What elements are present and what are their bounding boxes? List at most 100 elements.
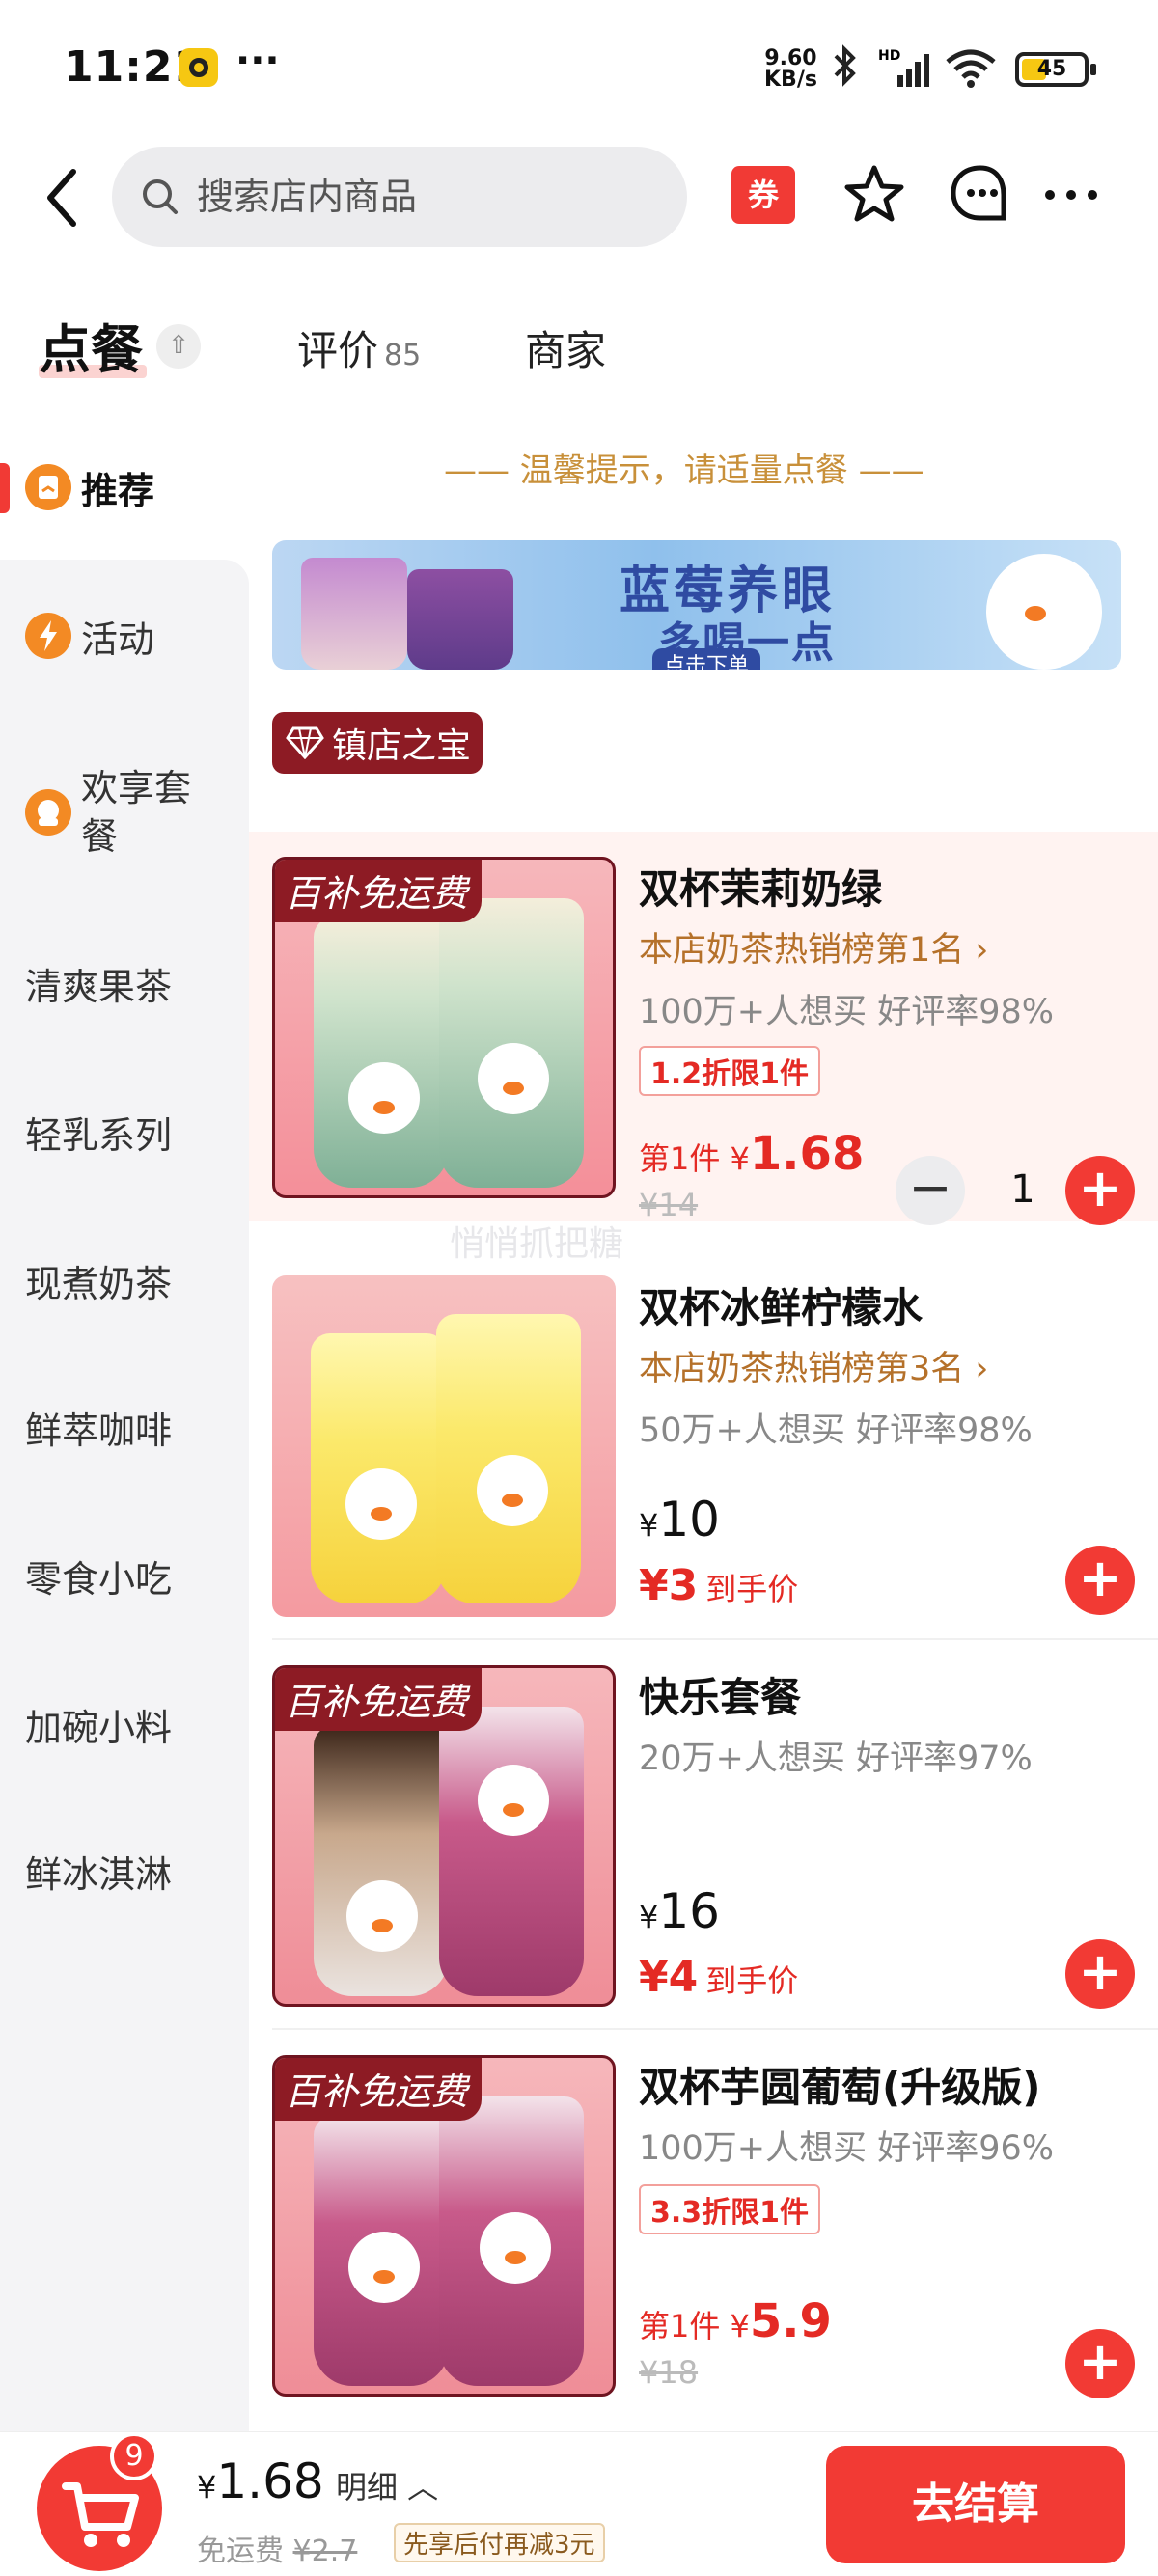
final-price: ¥4 到手价 (639, 1953, 798, 2002)
product-name: 双杯芋圆葡萄(升级版) (639, 2064, 1041, 2111)
free-shipping-badge: 百补免运费 (275, 860, 482, 922)
battery-icon: 45 (1015, 52, 1096, 87)
mascot-image (348, 1062, 420, 1134)
mascot-image (478, 1043, 549, 1114)
search-bar[interactable] (112, 147, 687, 247)
back-icon[interactable] (39, 164, 87, 232)
sidebar-item-light-milk[interactable]: 轻乳系列 (0, 1059, 249, 1204)
free-shipping-badge: 百补免运费 (275, 1668, 482, 1731)
product-image: 百补免运费 (272, 1665, 616, 2007)
activity-icon (25, 613, 71, 659)
first-item-prefix: 第1件 ¥ (639, 2308, 750, 2344)
section-badge: 镇店之宝 (272, 712, 482, 774)
svg-text:HD: HD (878, 48, 900, 64)
net-speed: 9.60 KB/s (764, 48, 817, 91)
coupon-icon[interactable]: 券 (731, 166, 795, 224)
first-item-price: 第1件 ¥5.9 (639, 2294, 832, 2348)
tab-order[interactable]: 点餐 (39, 307, 143, 383)
banner-cup-image (407, 569, 513, 670)
mascot-image (348, 2232, 420, 2303)
sidebar-item-label: 轻乳系列 (25, 1113, 173, 1157)
checkout-bar: 9 ¥1.68 明细 ︿ 免运费 ¥2.7 先享后付再减3元 去结算 (0, 2431, 1158, 2576)
mascot-image (477, 1455, 548, 1526)
total-price: ¥1.68 (197, 2453, 324, 2509)
promo-banner[interactable]: 蓝莓养眼 多喝一点 点击下单 (272, 540, 1121, 670)
add-button[interactable]: + (1065, 1156, 1135, 1225)
product-image (272, 1275, 616, 1617)
pay-later-tag: 先享后付再减3元 (394, 2523, 605, 2562)
sidebar-item-label: 零食小吃 (25, 1557, 173, 1601)
collapse-icon[interactable]: ⇧ (156, 324, 201, 369)
final-price: ¥3 到手价 (639, 1561, 798, 1610)
sidebar-item-combo[interactable]: 欢享套餐 (0, 735, 249, 890)
status-overflow-dots: ··· (235, 39, 280, 83)
discount-limit-tag: 3.3折限1件 (639, 2184, 821, 2234)
star-icon[interactable] (841, 162, 907, 228)
add-button[interactable]: + (1065, 1546, 1135, 1615)
more-icon[interactable] (1038, 162, 1104, 228)
price-symbol: ¥ (639, 1507, 659, 1544)
net-speed-unit: KB/s (764, 68, 817, 92)
product-stats: 100万+人想买 好评率96% (639, 2129, 1055, 2168)
decrease-button[interactable]: − (896, 1156, 965, 1225)
sidebar-item-fruit-tea[interactable]: 清爽果茶 (0, 911, 249, 1055)
product-card[interactable]: 百补免运费 双杯芋圆葡萄(升级版) 100万+人想买 好评率96% 3.3折限1… (249, 2030, 1158, 2420)
free-shipping-badge: 百补免运费 (275, 2058, 482, 2121)
sidebar-item-toppings[interactable]: 加碗小料 (0, 1652, 249, 1796)
tab-review[interactable]: 评价 85 (297, 318, 421, 377)
product-name: 快乐套餐 (639, 1674, 802, 1721)
battery-level: 45 (1036, 57, 1067, 81)
add-button[interactable]: + (1065, 1939, 1135, 2009)
product-image: 百补免运费 (272, 2055, 616, 2397)
checkout-button[interactable]: 去结算 (826, 2446, 1125, 2563)
tab-merchant[interactable]: 商家 (525, 318, 606, 377)
first-item-price: 第1件 ¥1.68 (639, 1127, 864, 1181)
cup-image (439, 1707, 584, 1996)
coupon-label: 券 (747, 177, 779, 213)
original-price: ¥18 (639, 2354, 699, 2391)
sidebar-item-label: 鲜萃咖啡 (25, 1409, 173, 1452)
product-price: ¥10 (639, 1492, 720, 1548)
price-value: 16 (658, 1883, 720, 1939)
mascot-image (480, 2212, 551, 2284)
cup-image (314, 1726, 449, 1996)
total-value: 1.68 (216, 2453, 324, 2509)
first-item-value: 5.9 (749, 2294, 832, 2348)
sidebar-item-milk-tea[interactable]: 现煮奶茶 (0, 1208, 249, 1353)
sidebar-background-bottom (0, 1949, 249, 2431)
sidebar-item-label: 欢享套餐 (81, 767, 192, 858)
product-card[interactable]: 百补免运费 快乐套餐 20万+人想买 好评率97% ¥16 ¥4 到手价 + (249, 1640, 1158, 2030)
product-stats: 20万+人想买 好评率97% (639, 1740, 1033, 1778)
first-item-prefix: 第1件 ¥ (639, 1140, 750, 1177)
sidebar-item-ice-cream[interactable]: 鲜冰淇淋 (0, 1798, 249, 1943)
add-button[interactable]: + (1065, 2329, 1135, 2398)
product-stats: 50万+人想买 好评率98% (639, 1411, 1033, 1450)
sidebar-item-label: 清爽果茶 (25, 965, 173, 1008)
cup-image (314, 918, 449, 1188)
sidebar-item-activity[interactable]: 活动 (0, 563, 249, 708)
product-name: 双杯冰鲜柠檬水 (639, 1284, 924, 1331)
final-price-label: 到手价 (705, 1571, 799, 1607)
banner-cta: 点击下单 (652, 648, 761, 670)
product-rank[interactable]: 本店奶茶热销榜第3名 › (639, 1341, 988, 1390)
detail-toggle[interactable]: 明细 ︿ (336, 2463, 438, 2507)
mascot-image (478, 1765, 549, 1836)
cart-count-badge: 9 (110, 2432, 158, 2480)
original-price: ¥14 (639, 1187, 699, 1223)
shipping-original-fee: ¥2.7 (292, 2535, 358, 2568)
sidebar-item-snacks[interactable]: 零食小吃 (0, 1503, 249, 1648)
product-card[interactable]: 双杯冰鲜柠檬水 本店奶茶热销榜第3名 › 50万+人想买 好评率98% ¥10 … (249, 1250, 1158, 1640)
product-rank[interactable]: 本店奶茶热销榜第1名 › (639, 922, 988, 972)
section-badge-label: 镇店之宝 (332, 726, 472, 766)
first-item-value: 1.68 (749, 1127, 865, 1181)
search-input[interactable] (197, 164, 660, 230)
wifi-icon (946, 49, 996, 88)
search-icon (143, 179, 178, 214)
product-card[interactable]: 百补免运费 双杯茉莉奶绿 本店奶茶热销榜第1名 › 100万+人想买 好评率98… (249, 832, 1158, 1225)
tip-text: —— 温馨提示，请适量点餐 —— (444, 452, 924, 490)
sidebar-item-coffee[interactable]: 鲜萃咖啡 (0, 1355, 249, 1499)
discount-limit-tag: 1.2折限1件 (639, 1046, 821, 1096)
sidebar-item-recommend[interactable]: 推荐 (0, 415, 249, 560)
chat-icon[interactable] (948, 162, 1013, 228)
mascot-image (346, 1880, 418, 1952)
